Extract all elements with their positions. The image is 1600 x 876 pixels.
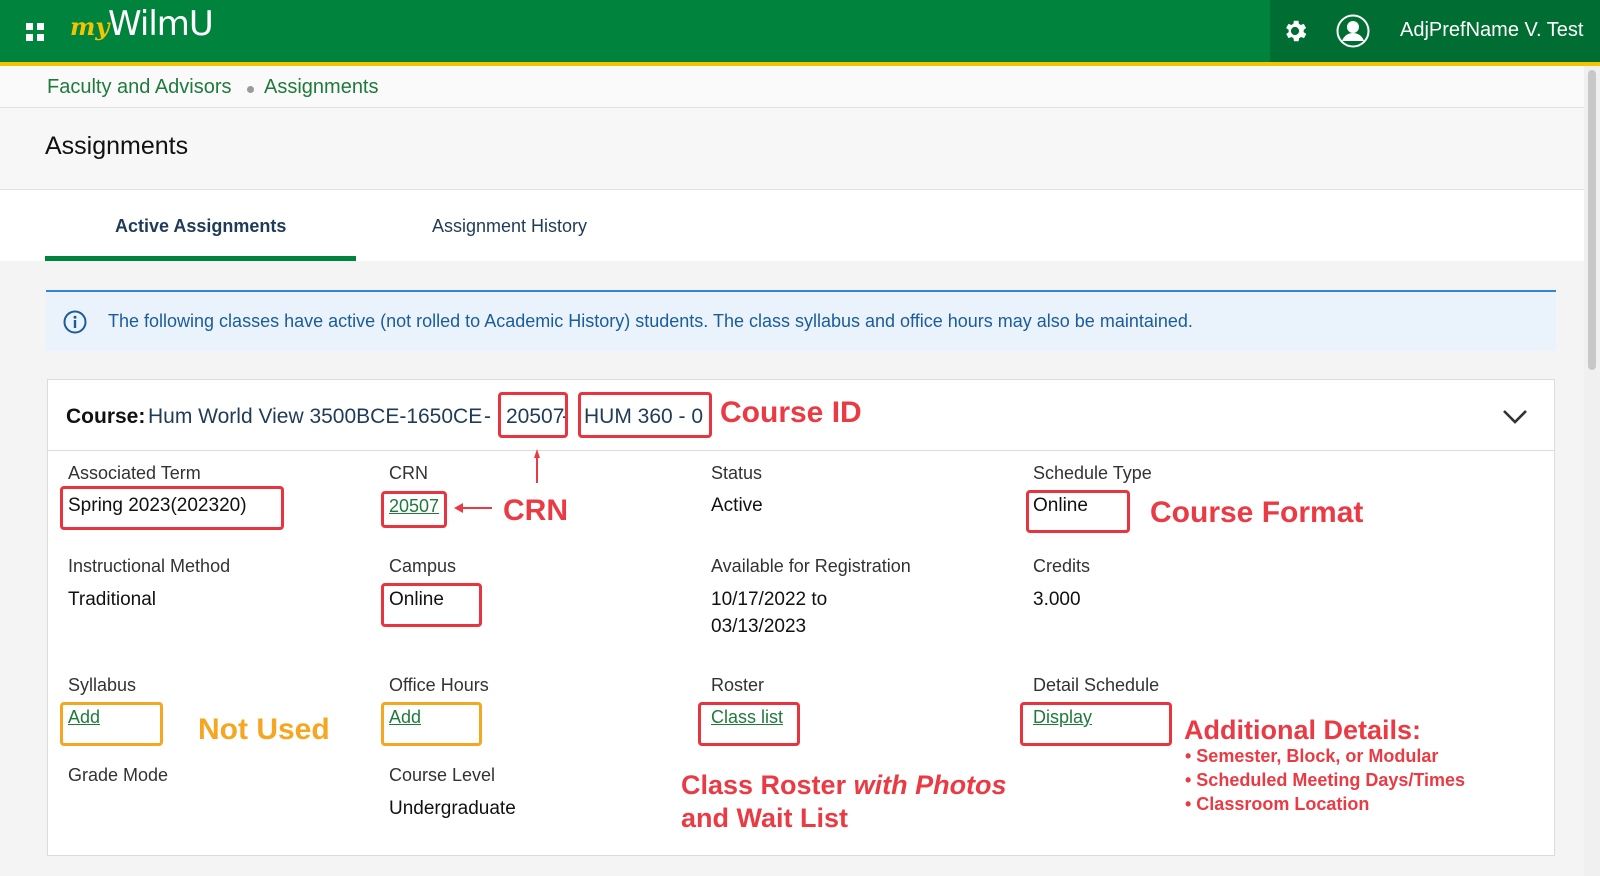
instructional-method-label: Instructional Method bbox=[68, 556, 231, 576]
arrow-up-icon bbox=[534, 449, 540, 483]
logo-my-text: my bbox=[70, 12, 110, 41]
annotation-roster-line2: and Wait List bbox=[681, 803, 848, 833]
schedule-type-label: Schedule Type bbox=[1033, 463, 1152, 483]
user-name[interactable]: AdjPrefName V. Test bbox=[1400, 19, 1583, 42]
tab-assignment-history[interactable]: Assignment History bbox=[432, 216, 587, 237]
annotation-detail-item: • Classroom Location bbox=[1185, 794, 1370, 814]
status-label: Status bbox=[711, 463, 763, 483]
title-bar: Assignments bbox=[0, 108, 1600, 190]
course-name: Hum World View 3500BCE-1650CE bbox=[148, 405, 483, 428]
chevron-down-icon[interactable] bbox=[1501, 402, 1529, 430]
detail-schedule-label: Detail Schedule bbox=[1033, 675, 1160, 695]
annotation-roster-text: Class Roster bbox=[681, 770, 854, 800]
available-registration-value: 03/13/2023 bbox=[711, 616, 807, 637]
page: my WilmU AdjPrefName V. Test Faculty and… bbox=[0, 0, 1600, 876]
info-banner: The following classes have active (not r… bbox=[46, 290, 1556, 351]
associated-term-label: Associated Term bbox=[68, 463, 201, 483]
office-hours-label: Office Hours bbox=[389, 675, 489, 695]
active-tab-indicator bbox=[45, 256, 356, 261]
annotation-box-crn bbox=[381, 491, 447, 528]
roster-label: Roster bbox=[711, 675, 765, 695]
gear-icon[interactable] bbox=[1281, 17, 1309, 45]
breadcrumb-faculty-advisors[interactable]: Faculty and Advisors bbox=[47, 76, 232, 99]
credits-value: 3.000 bbox=[1033, 589, 1081, 610]
annotation-course-format: Course Format bbox=[1150, 496, 1364, 529]
crn-label: CRN bbox=[389, 463, 428, 483]
annotation-box-syllabus bbox=[60, 702, 163, 746]
annotation-box-term bbox=[60, 486, 284, 530]
course-separator: - bbox=[484, 405, 491, 428]
annotation-box-campus bbox=[381, 583, 482, 627]
tabs-bar: Active Assignments Assignment History bbox=[0, 190, 1600, 261]
annotation-box-roster bbox=[698, 702, 800, 746]
annotation-box-office-hours bbox=[381, 702, 482, 746]
annotation-box-crn-header bbox=[498, 392, 568, 438]
apps-grid-icon[interactable] bbox=[26, 23, 44, 41]
course-level-label: Course Level bbox=[389, 765, 496, 785]
credits-label: Credits bbox=[1033, 556, 1091, 576]
logo-wilmu-text: WilmU bbox=[108, 4, 214, 44]
available-registration-value: 10/17/2022 to bbox=[711, 589, 828, 610]
annotation-box-detail-schedule bbox=[1020, 702, 1172, 746]
breadcrumb-separator bbox=[247, 86, 254, 93]
info-icon bbox=[63, 310, 87, 334]
course-label: Course: bbox=[66, 405, 146, 428]
instructional-method-value: Traditional bbox=[68, 589, 157, 610]
course-level-value: Undergraduate bbox=[389, 798, 516, 819]
annotation-not-used: Not Used bbox=[198, 713, 330, 746]
arrow-left-icon bbox=[454, 503, 492, 513]
page-title: Assignments bbox=[45, 132, 189, 160]
grade-mode-label: Grade Mode bbox=[68, 765, 169, 785]
scrollbar-thumb[interactable] bbox=[1588, 70, 1596, 370]
annotation-detail-item: • Semester, Block, or Modular bbox=[1185, 746, 1439, 766]
user-avatar-icon[interactable] bbox=[1336, 14, 1370, 48]
annotation-crn: CRN bbox=[503, 494, 568, 527]
status-value: Active bbox=[711, 495, 763, 516]
annotation-box-schedule-type bbox=[1026, 490, 1130, 533]
campus-label: Campus bbox=[389, 556, 457, 576]
annotation-roster-photos: with Photos bbox=[853, 770, 1007, 800]
annotation-additional-details: Additional Details: bbox=[1184, 715, 1422, 745]
annotation-course-id: Course ID bbox=[720, 396, 862, 429]
breadcrumb-assignments[interactable]: Assignments bbox=[264, 76, 379, 99]
available-registration-label: Available for Registration bbox=[711, 556, 911, 576]
info-message: The following classes have active (not r… bbox=[108, 311, 1193, 331]
syllabus-label: Syllabus bbox=[68, 675, 137, 695]
breadcrumb: Faculty and Advisors Assignments bbox=[0, 66, 1600, 108]
annotation-detail-item: • Scheduled Meeting Days/Times bbox=[1185, 770, 1466, 790]
tab-active-assignments[interactable]: Active Assignments bbox=[115, 216, 286, 237]
annotation-roster-line1: Class Roster with Photos bbox=[681, 770, 1007, 801]
annotation-box-course-number bbox=[578, 392, 712, 438]
